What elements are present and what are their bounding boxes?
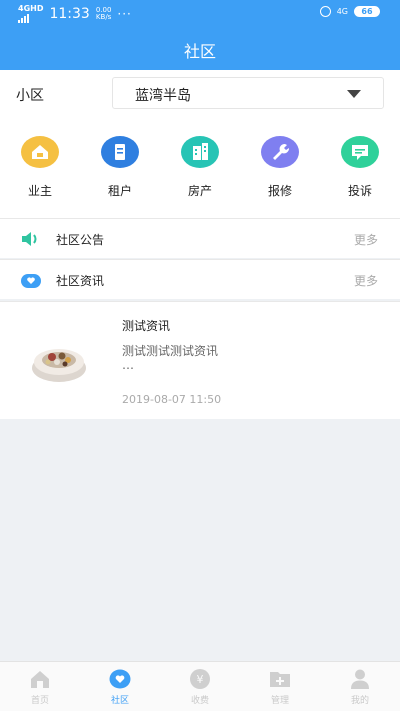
news-row[interactable]: 社区资讯 更多 bbox=[0, 259, 400, 299]
status-right: 4G 66 bbox=[319, 6, 380, 17]
user-icon bbox=[349, 668, 371, 690]
yen-icon: ¥ bbox=[189, 668, 211, 690]
tab-label: 社区 bbox=[110, 696, 129, 706]
building-icon bbox=[181, 136, 219, 168]
news-summary-ellipsis: … bbox=[122, 358, 134, 372]
news-date: 2019-08-07 11:50 bbox=[122, 393, 222, 406]
folder-add-icon bbox=[269, 668, 291, 690]
news-summary: 测试测试测试资讯 … bbox=[122, 344, 372, 372]
tab-home[interactable]: 首页 bbox=[10, 668, 70, 706]
tab-label: 管理 bbox=[270, 696, 289, 706]
battery-icon: 66 bbox=[354, 6, 380, 17]
news-item[interactable]: 测试资讯 测试测试测试资讯 … 2019-08-07 11:50 bbox=[0, 301, 400, 419]
quick-action-label: 房产 bbox=[187, 184, 212, 198]
net-speed: 0.00 KB/s bbox=[96, 7, 112, 21]
news-summary-text: 测试测试测试资讯 bbox=[122, 344, 219, 358]
news-title: 测试资讯 bbox=[122, 319, 171, 333]
wrench-icon bbox=[261, 136, 299, 168]
tab-manage[interactable]: 管理 bbox=[250, 668, 310, 706]
speaker-icon bbox=[20, 231, 40, 251]
caret-down-icon bbox=[347, 90, 361, 98]
svg-text:¥: ¥ bbox=[197, 673, 204, 686]
tab-bar: 首页 社区 ¥ 收费 管理 我的 bbox=[0, 661, 400, 711]
page-title: 社区 bbox=[183, 42, 216, 61]
announcement-label: 社区公告 bbox=[56, 233, 105, 247]
signal-label: 4GHD bbox=[18, 4, 44, 13]
heart-chat-icon bbox=[20, 273, 42, 293]
tab-label: 首页 bbox=[30, 696, 49, 706]
quick-action-label: 报修 bbox=[267, 184, 292, 198]
tab-label: 我的 bbox=[350, 696, 369, 706]
quick-action-owner[interactable]: 业主 bbox=[10, 136, 70, 199]
status-bar: 4GHD 11:33 0.00 KB/s ··· 4G 66 bbox=[0, 0, 400, 26]
announcement-row[interactable]: 社区公告 更多 bbox=[0, 218, 400, 258]
more-notifications-icon: ··· bbox=[117, 7, 132, 21]
news-thumbnail bbox=[30, 342, 88, 384]
community-selector: 小区 蓝湾半岛 bbox=[0, 70, 400, 117]
quick-action-tenant[interactable]: 租户 bbox=[90, 136, 150, 199]
heart-chat-icon bbox=[109, 668, 131, 690]
status-left: 4GHD 11:33 0.00 KB/s ··· bbox=[18, 5, 132, 23]
quick-action-complaint[interactable]: 投诉 bbox=[330, 136, 390, 199]
top-bar: 4GHD 11:33 0.00 KB/s ··· 4G 66 社区 bbox=[0, 0, 400, 70]
community-label: 小区 bbox=[16, 88, 44, 104]
signal-bars-icon bbox=[18, 13, 29, 23]
alarm-icon bbox=[319, 6, 331, 17]
community-value: 蓝湾半岛 bbox=[135, 88, 191, 104]
document-icon bbox=[101, 136, 139, 168]
quick-action-repair[interactable]: 报修 bbox=[250, 136, 310, 199]
message-icon bbox=[341, 136, 379, 168]
community-dropdown[interactable]: 蓝湾半岛 bbox=[112, 77, 384, 109]
home-icon bbox=[29, 668, 51, 690]
announcement-more-link[interactable]: 更多 bbox=[354, 231, 378, 248]
news-more-link[interactable]: 更多 bbox=[354, 272, 378, 289]
house-icon bbox=[21, 136, 59, 168]
tab-community[interactable]: 社区 bbox=[90, 668, 150, 706]
tab-label: 收费 bbox=[190, 696, 209, 706]
news-label: 社区资讯 bbox=[56, 274, 105, 288]
tab-mine[interactable]: 我的 bbox=[330, 668, 390, 706]
network-type: 4G bbox=[336, 7, 348, 16]
tab-fees[interactable]: ¥ 收费 bbox=[170, 668, 230, 706]
quick-action-property[interactable]: 房产 bbox=[170, 136, 230, 199]
quick-action-label: 投诉 bbox=[347, 184, 372, 198]
quick-action-label: 业主 bbox=[27, 184, 52, 198]
status-time: 11:33 bbox=[49, 6, 90, 22]
signal-indicator: 4GHD bbox=[18, 5, 43, 23]
quick-actions: 业主 租户 房产 报修 投诉 bbox=[0, 117, 400, 218]
net-speed-unit: KB/s bbox=[95, 13, 112, 21]
quick-action-label: 租户 bbox=[107, 184, 132, 198]
